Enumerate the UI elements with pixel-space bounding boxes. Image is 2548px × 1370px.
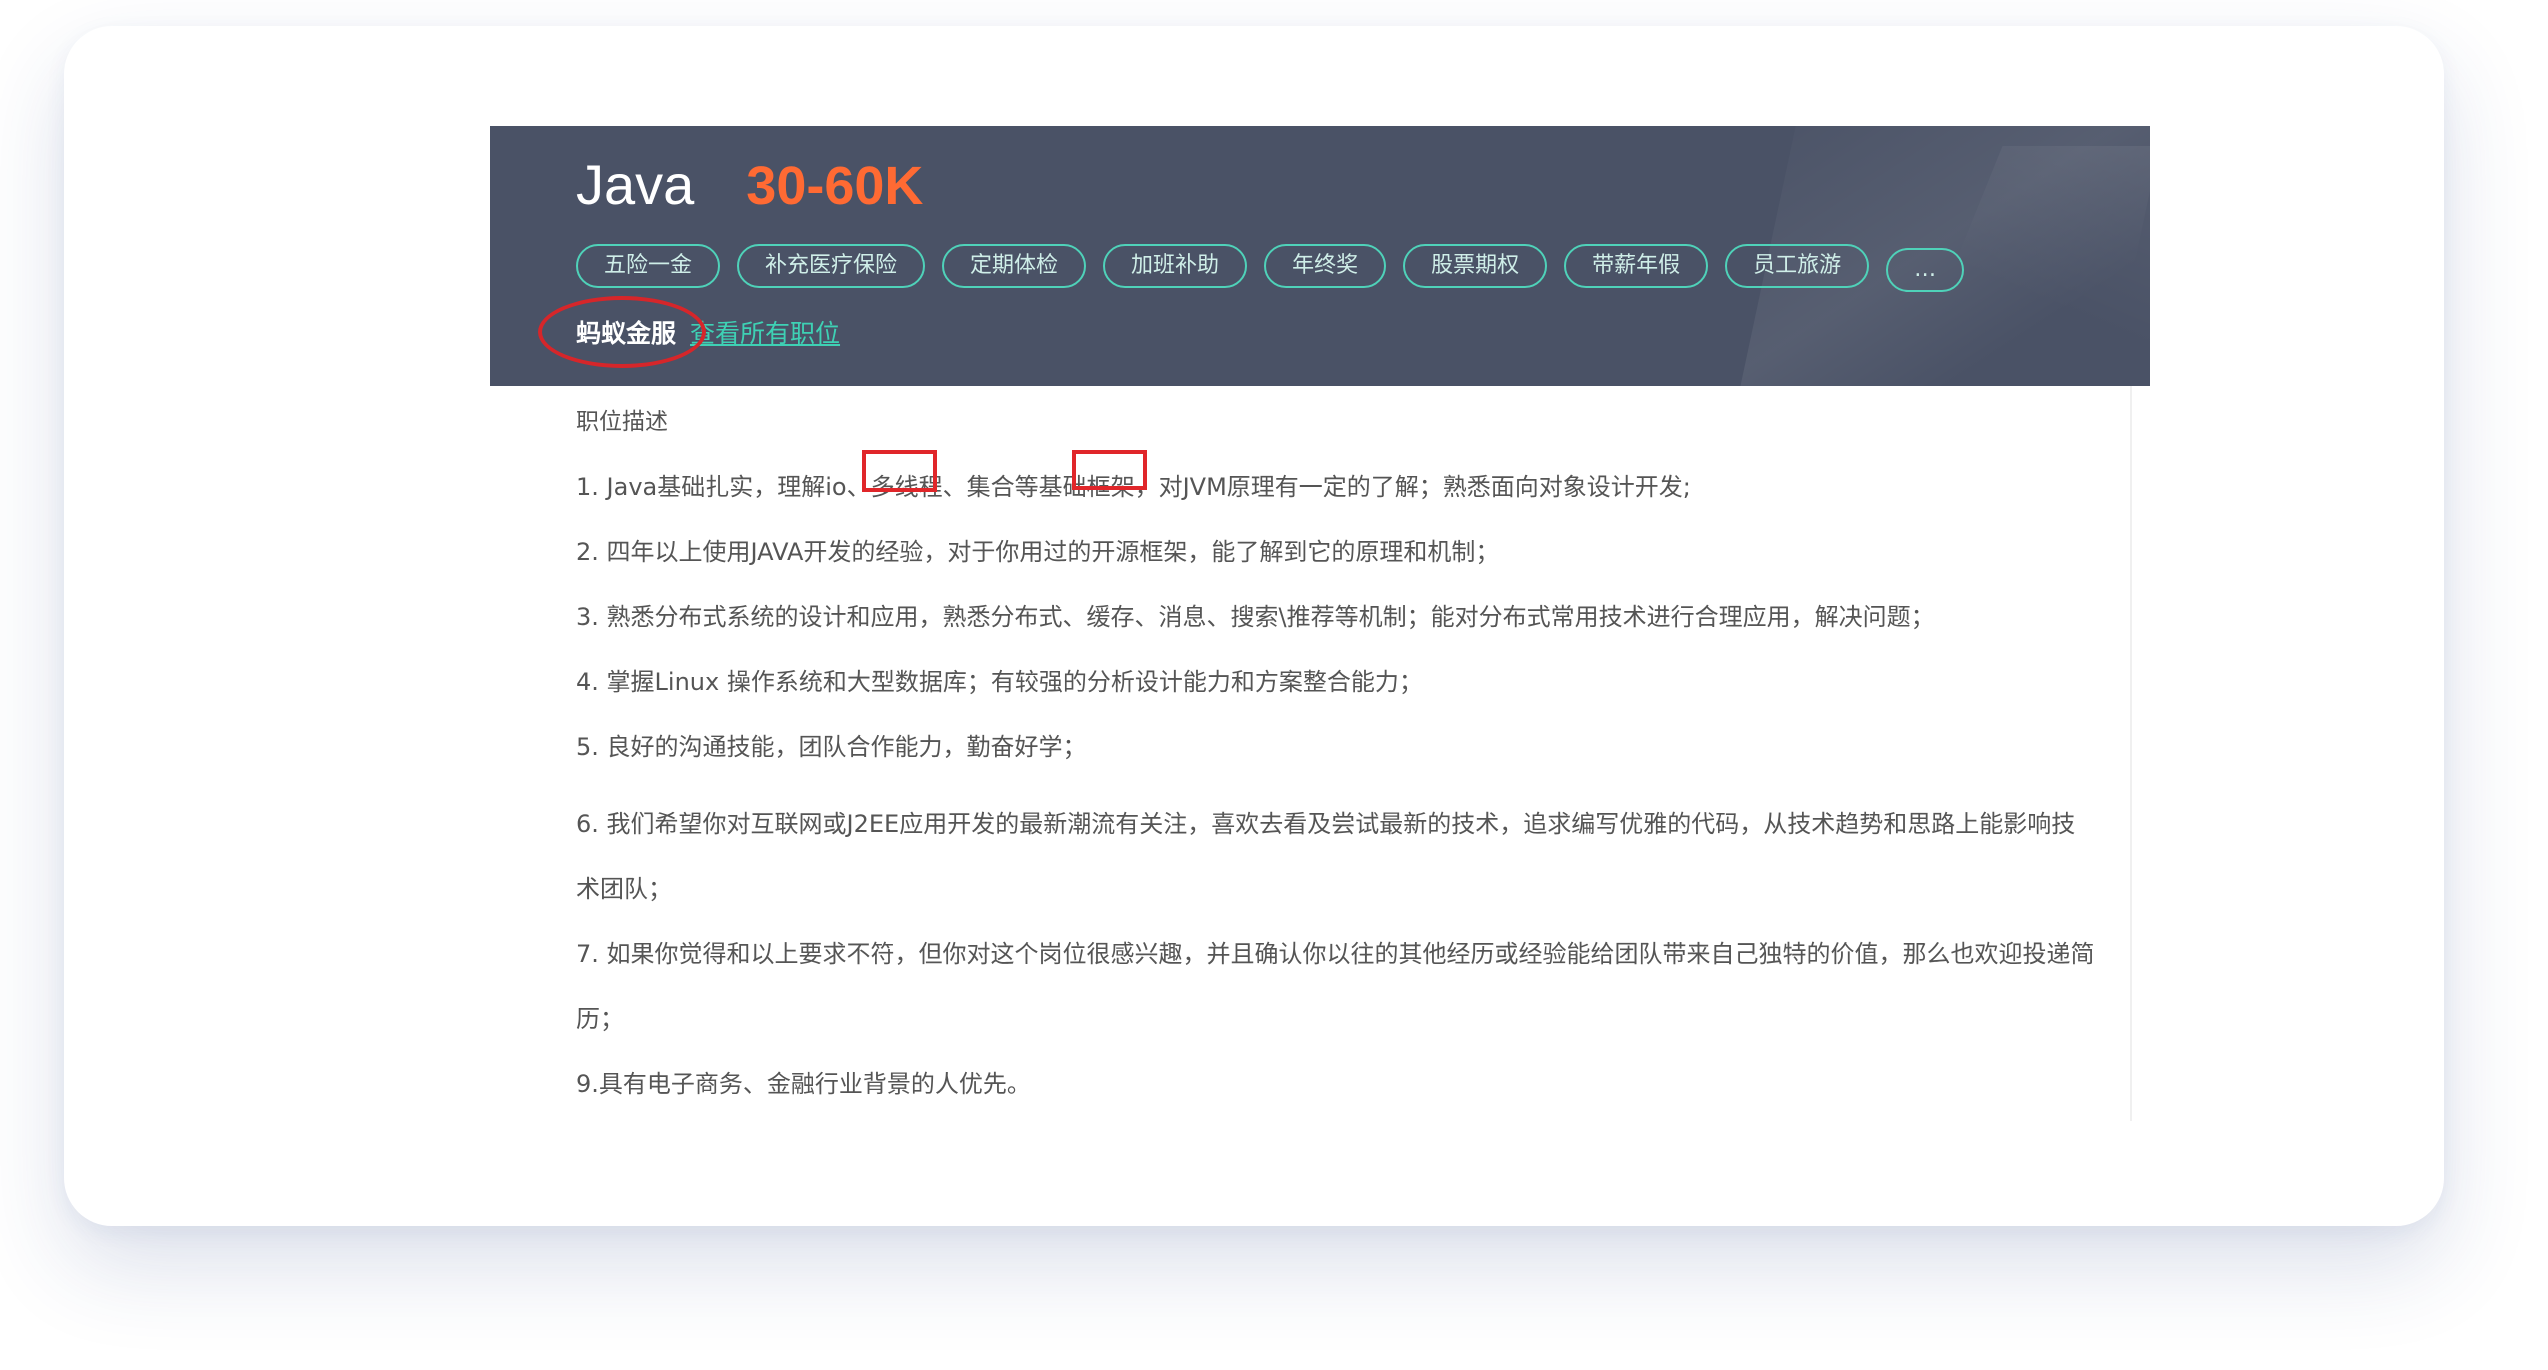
more-benefits-button[interactable]: … [1886,248,1965,292]
benefit-tag: 带薪年假 [1564,244,1709,288]
company-highlight-oval [538,296,706,368]
view-all-jobs-link[interactable]: 查看所有职位 [690,314,840,350]
content-divider [2130,386,2132,1121]
benefit-tag: 补充医疗保险 [737,244,926,288]
requirement-item: 1. Java基础扎实，理解io、多线程、集合等基础框架，对JVM原理有一定的了… [576,450,2096,532]
requirement-text: 4. 掌握Linux 操作系统和大型数据库；有较强的分析设计能力和方案整合能力； [576,668,1423,696]
benefit-tags: 五险一金 补充医疗保险 定期体检 加班补助 年终奖 股票期权 带薪年假 员工旅游… [576,244,1981,292]
benefit-tag: 定期体检 [942,244,1087,288]
requirement-item: 5. 良好的沟通技能，团队合作能力，勤奋好学； [576,727,2096,792]
benefit-tag: 股票期权 [1403,244,1548,288]
benefit-tag: 员工旅游 [1725,244,1870,288]
requirement-item: 7. 如果你觉得和以上要求不符，但你对这个岗位很感兴趣，并且确认你以往的其他经历… [576,922,2096,1052]
requirement-item: 4. 掌握Linux 操作系统和大型数据库；有较强的分析设计能力和方案整合能力； [576,662,2096,727]
job-header: Java 30-60K 五险一金 补充医疗保险 定期体检 加班补助 年终奖 股票… [490,126,2150,386]
requirement-text: 6. 我们希望你对互联网或J2EE应用开发的最新潮流有关注，喜欢去看及尝试最新的… [576,810,2076,903]
benefit-tag: 加班补助 [1103,244,1248,288]
title-row: Java 30-60K [576,152,923,222]
requirement-text: 7. 如果你觉得和以上要求不符，但你对这个岗位很感兴趣，并且确认你以往的其他经历… [576,940,2095,1033]
job-title: Java [576,153,695,216]
job-posting-screenshot: Java 30-60K 五险一金 补充医疗保险 定期体检 加班补助 年终奖 股票… [490,126,2150,1121]
screenshot-card: Java 30-60K 五险一金 补充医疗保险 定期体检 加班补助 年终奖 股票… [64,26,2444,1226]
requirement-text: 3. 熟悉分布式系统的设计和应用，熟悉分布式、缓存、消息、搜索\推荐等机制；能对… [576,603,1935,631]
requirement-item: 2. 四年以上使用JAVA开发的经验，对于你用过的开源框架，能了解到它的原理和机… [576,532,2096,597]
benefit-tag: 年终奖 [1264,244,1387,288]
benefit-tag: 五险一金 [576,244,721,288]
requirement-text: 2. 四年以上使用JAVA开发的经验，对于你用过的开源框架，能了解到它的原理和机… [576,538,1500,566]
multithreading-highlight-box [862,450,937,492]
requirement-text: 9.具有电子商务、金融行业背景的人优先。 [576,1070,1031,1098]
salary: 30-60K [746,156,924,216]
job-description: 职位描述 1. Java基础扎实，理解io、多线程、集合等基础框架，对JVM原理… [576,402,2096,1117]
requirement-item: 6. 我们希望你对互联网或J2EE应用开发的最新潮流有关注，喜欢去看及尝试最新的… [576,792,2096,922]
requirement-item: 3. 熟悉分布式系统的设计和应用，熟悉分布式、缓存、消息、搜索\推荐等机制；能对… [576,597,2096,662]
jvm-highlight-box [1072,450,1147,490]
requirement-item: 9.具有电子商务、金融行业背景的人优先。 [576,1052,2096,1117]
requirement-text: 5. 良好的沟通技能，团队合作能力，勤奋好学； [576,733,1087,761]
section-title: 职位描述 [576,409,668,435]
